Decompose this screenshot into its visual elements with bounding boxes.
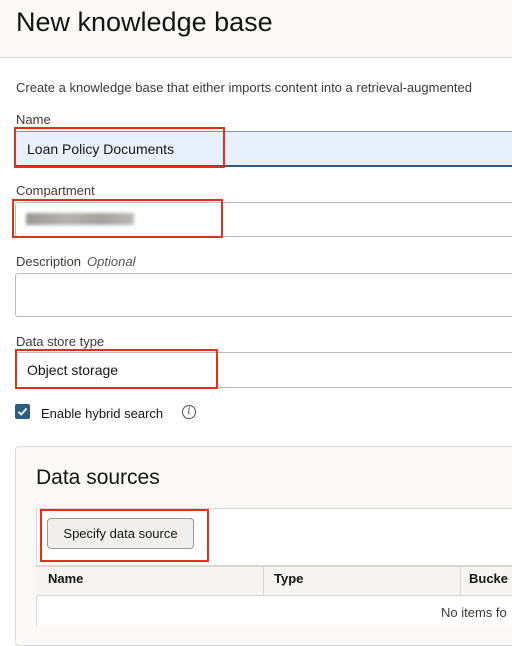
column-divider [263,566,264,596]
description-input[interactable] [15,273,512,317]
data-store-type-select[interactable]: Object storage [15,352,512,388]
name-input-value: Loan Policy Documents [27,141,175,157]
compartment-redacted-value [26,213,134,225]
hybrid-search-checkbox[interactable] [15,404,30,419]
optional-tag: Optional [87,254,136,269]
page-header: New knowledge base [0,0,512,58]
compartment-label: Compartment [16,183,95,198]
column-header-bucket[interactable]: Bucke [469,571,508,586]
hybrid-search-label: Enable hybrid search [41,406,164,421]
column-header-type[interactable]: Type [274,571,303,586]
checkmark-icon [17,407,28,416]
page-title: New knowledge base [16,7,273,37]
description-label: Description Optional [16,254,135,269]
name-input[interactable]: Loan Policy Documents [15,131,512,167]
data-store-type-value: Object storage [27,362,119,378]
specify-data-source-button[interactable]: Specify data source [47,518,194,549]
intro-text: Create a knowledge base that either impo… [16,80,472,95]
description-label-text: Description [16,254,82,269]
data-sources-title: Data sources [36,466,160,489]
empty-table-message: No items fo [441,605,507,620]
data-store-type-label: Data store type [16,334,105,349]
column-header-name[interactable]: Name [48,571,83,586]
column-divider [460,566,461,596]
info-icon[interactable]: i [182,405,196,419]
name-label: Name [16,112,51,127]
